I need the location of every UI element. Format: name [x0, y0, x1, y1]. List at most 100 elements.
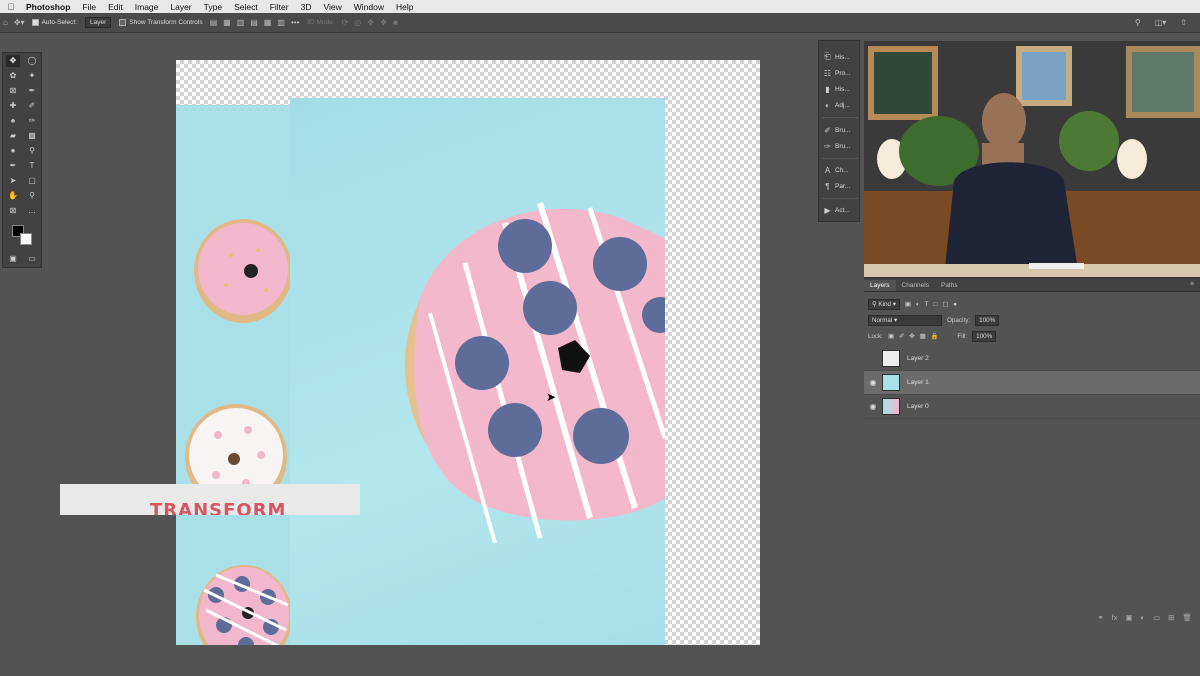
blur-tool-icon[interactable]: ● [6, 145, 20, 157]
menu-image[interactable]: Image [129, 2, 165, 12]
brush-tool-icon[interactable]: ✐ [25, 100, 39, 112]
dock-properties[interactable]: ☷ Pro... [823, 66, 859, 80]
new-group-icon[interactable]: ▭ [1153, 613, 1160, 625]
dock-brush[interactable]: ✐ Bru... [823, 123, 859, 137]
dock-history[interactable]: ⎗ His... [823, 50, 859, 64]
filter-toggle-icon[interactable]: ● [953, 301, 957, 308]
menu-window[interactable]: Window [348, 2, 390, 12]
menu-type[interactable]: Type [198, 2, 228, 12]
eyedropper-icon[interactable]: ✒ [25, 85, 39, 97]
eraser-tool-icon[interactable]: ▰ [6, 130, 20, 142]
dock-histogram[interactable]: ▮ His... [823, 82, 859, 96]
new-layer-icon[interactable]: ⊞ [1168, 613, 1174, 625]
share-icon[interactable]: ⇧ [1177, 18, 1190, 27]
auto-select-checkbox[interactable] [31, 19, 39, 26]
align-right-icon[interactable]: ▥ [234, 18, 248, 27]
dock-brush-settings[interactable]: ✑ Bru... [823, 139, 859, 153]
menu-file[interactable]: File [76, 2, 102, 12]
type-tool-icon[interactable]: T [25, 160, 39, 172]
edit-toolbar-icon[interactable]: … [25, 205, 39, 217]
align-bottom-icon[interactable]: ▥ [274, 18, 288, 27]
menu-3d[interactable]: 3D [295, 2, 318, 12]
menu-edit[interactable]: Edit [102, 2, 129, 12]
layer-row-layer-1[interactable]: ◉ Layer 1 [864, 371, 1200, 395]
add-mask-icon[interactable]: ▣ [1125, 613, 1132, 625]
eye-icon[interactable]: ◉ [864, 402, 882, 411]
move-tool-preset-icon[interactable]: ✥▾ [11, 18, 28, 27]
kind-filter-dropdown[interactable]: ⚲ Kind ▾ [868, 298, 900, 310]
align-center-icon[interactable]: ▦ [220, 18, 234, 27]
hand-tool-icon[interactable]: ✋ [6, 190, 20, 202]
stamp-tool-icon[interactable]: ♠ [6, 115, 20, 127]
link-layers-icon[interactable]: ⚭ [1097, 613, 1103, 625]
fill-field[interactable]: 100% [972, 330, 997, 342]
menu-select[interactable]: Select [228, 2, 264, 12]
frame-tool-icon[interactable]: ⊠ [6, 205, 20, 217]
layer-row-layer-2[interactable]: Layer 2 [864, 347, 1200, 371]
menu-help[interactable]: Help [390, 2, 419, 12]
pen-tool-icon[interactable]: ✒ [6, 160, 20, 172]
document-canvas[interactable]: ➤ [176, 60, 760, 645]
tab-paths[interactable]: Paths [935, 280, 964, 291]
dock-actions[interactable]: ▶ Act... [823, 203, 859, 217]
crop-tool-icon[interactable]: ⊠ [6, 85, 20, 97]
shape-tool-icon[interactable]: ▢ [25, 175, 39, 187]
opacity-field[interactable]: 100% [975, 314, 1000, 326]
align-top-icon[interactable]: ▤ [247, 18, 261, 27]
dock-character[interactable]: A Ch... [823, 163, 859, 177]
lock-transparent-icon[interactable]: ▣ [888, 333, 894, 340]
lock-all-icon[interactable]: 🔒 [931, 332, 939, 340]
apple-icon[interactable]:  [0, 2, 22, 12]
3d-orbit-icon[interactable]: ⟳ [339, 18, 352, 27]
3d-slide-icon[interactable]: ❖ [377, 18, 390, 27]
3d-roll-icon[interactable]: ◎ [351, 18, 364, 27]
panel-menu-icon[interactable]: ≡ [1184, 281, 1200, 291]
menu-view[interactable]: View [317, 2, 347, 12]
quick-mask-icon[interactable]: ▣ [6, 253, 20, 265]
menu-layer[interactable]: Layer [164, 2, 197, 12]
more-options-icon[interactable]: ••• [288, 18, 302, 27]
3d-drag-icon[interactable]: ✥ [364, 18, 377, 27]
search-icon[interactable]: ⚲ [1132, 18, 1144, 27]
delete-layer-icon[interactable]: 🗑 [1182, 613, 1192, 625]
transform-controls-checkbox[interactable] [119, 19, 127, 26]
lock-position-icon[interactable]: ✥ [909, 333, 914, 340]
filter-adjustment-icon[interactable]: ◐ [916, 301, 920, 308]
quick-select-icon[interactable]: ✦ [25, 70, 39, 82]
zoom-tool-icon[interactable]: ⚲ [25, 190, 39, 202]
gradient-tool-icon[interactable]: ▩ [25, 130, 39, 142]
tab-layers[interactable]: Layers [864, 280, 896, 291]
screen-mode-icon[interactable]: ▭ [25, 253, 39, 265]
eye-icon[interactable]: ◉ [864, 378, 882, 387]
history-brush-icon[interactable]: ✑ [25, 115, 39, 127]
layer-row-layer-0[interactable]: ◉ Layer 0 [864, 395, 1200, 419]
menu-filter[interactable]: Filter [264, 2, 295, 12]
dock-paragraph[interactable]: ¶ Par... [823, 179, 859, 193]
dock-adjustments[interactable]: ◐ Adj... [823, 98, 859, 112]
paragraph-icon: ¶ [825, 181, 830, 191]
filter-pixel-icon[interactable]: ▣ [905, 301, 911, 308]
lasso-tool-icon[interactable]: ✿ [6, 70, 20, 82]
move-tool-icon[interactable]: ✥ [6, 55, 20, 67]
new-adjustment-icon[interactable]: ◐ [1141, 613, 1146, 625]
dodge-tool-icon[interactable]: ⚲ [25, 145, 39, 157]
blend-mode-dropdown[interactable]: Normal ▾ [868, 314, 942, 326]
filter-smart-object-icon[interactable]: ▢ [942, 301, 948, 308]
align-middle-icon[interactable]: ▦ [261, 18, 275, 27]
healing-brush-icon[interactable]: ✚ [6, 100, 20, 112]
lock-paint-icon[interactable]: ✐ [899, 333, 904, 340]
filter-type-icon[interactable]: T [925, 301, 929, 308]
marquee-tool-icon[interactable]: ◯ [25, 55, 39, 67]
auto-select-dropdown[interactable]: Layer [84, 17, 112, 28]
align-left-icon[interactable]: ▤ [207, 18, 221, 27]
filter-shape-icon[interactable]: □ [934, 301, 938, 308]
workspace-icon[interactable]: ◫▾ [1152, 18, 1170, 27]
layer-style-icon[interactable]: fx [1112, 613, 1118, 625]
lock-artboard-icon[interactable]: ▦ [920, 333, 926, 340]
3d-scale-icon[interactable]: ■ [390, 18, 401, 27]
menu-app[interactable]: Photoshop [22, 2, 76, 12]
background-color-swatch[interactable] [20, 233, 32, 245]
home-icon[interactable]: ⌂ [0, 18, 11, 27]
path-select-icon[interactable]: ➤ [6, 175, 20, 187]
tab-channels[interactable]: Channels [896, 280, 935, 291]
